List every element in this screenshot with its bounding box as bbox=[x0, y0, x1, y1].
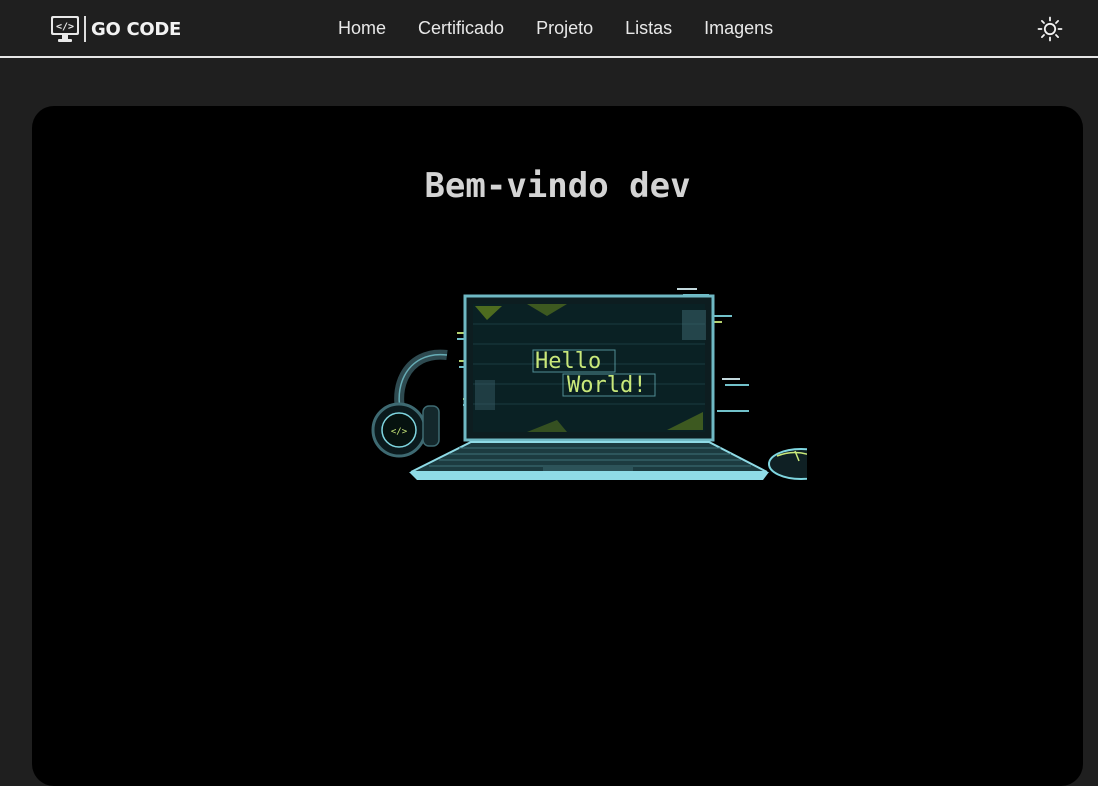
nav-link-listas[interactable]: Listas bbox=[609, 12, 688, 45]
svg-text:</>: </> bbox=[391, 427, 408, 437]
laptop-illustration-art: </> Hello World! bbox=[371, 288, 807, 480]
main-nav: Home Certificado Projeto Listas Imagens bbox=[322, 0, 789, 56]
brand[interactable]: </> GO CODE bbox=[50, 15, 181, 43]
hero-title: Bem-vindo dev bbox=[424, 166, 691, 206]
screen-text-line-1: Hello bbox=[535, 349, 601, 374]
laptop-screen: Hello World! bbox=[463, 294, 715, 442]
nav-link-imagens[interactable]: Imagens bbox=[688, 12, 789, 45]
laptop-illustration: </> Hello World! bbox=[337, 280, 807, 485]
nav-link-projeto[interactable]: Projeto bbox=[520, 12, 609, 45]
top-navbar: </> GO CODE Home Certificado Projeto Lis… bbox=[0, 0, 1098, 58]
laptop-keyboard bbox=[409, 441, 769, 480]
nav-link-home[interactable]: Home bbox=[322, 12, 402, 45]
hero-banner: Bem-vindo dev </> Hello World! bbox=[32, 106, 1083, 786]
nav-link-certificado[interactable]: Certificado bbox=[402, 12, 520, 45]
mouse-icon bbox=[768, 448, 807, 480]
brand-name[interactable]: GO CODE bbox=[91, 19, 181, 40]
screen-text-line-2: World! bbox=[567, 373, 646, 398]
sun-icon bbox=[1037, 16, 1063, 42]
monitor-code-icon: </> bbox=[51, 16, 79, 42]
brand-separator bbox=[84, 16, 86, 42]
headphones-icon: </> bbox=[371, 349, 448, 458]
logo-glyph: </> bbox=[56, 22, 74, 33]
theme-toggle-button[interactable] bbox=[1036, 15, 1064, 43]
